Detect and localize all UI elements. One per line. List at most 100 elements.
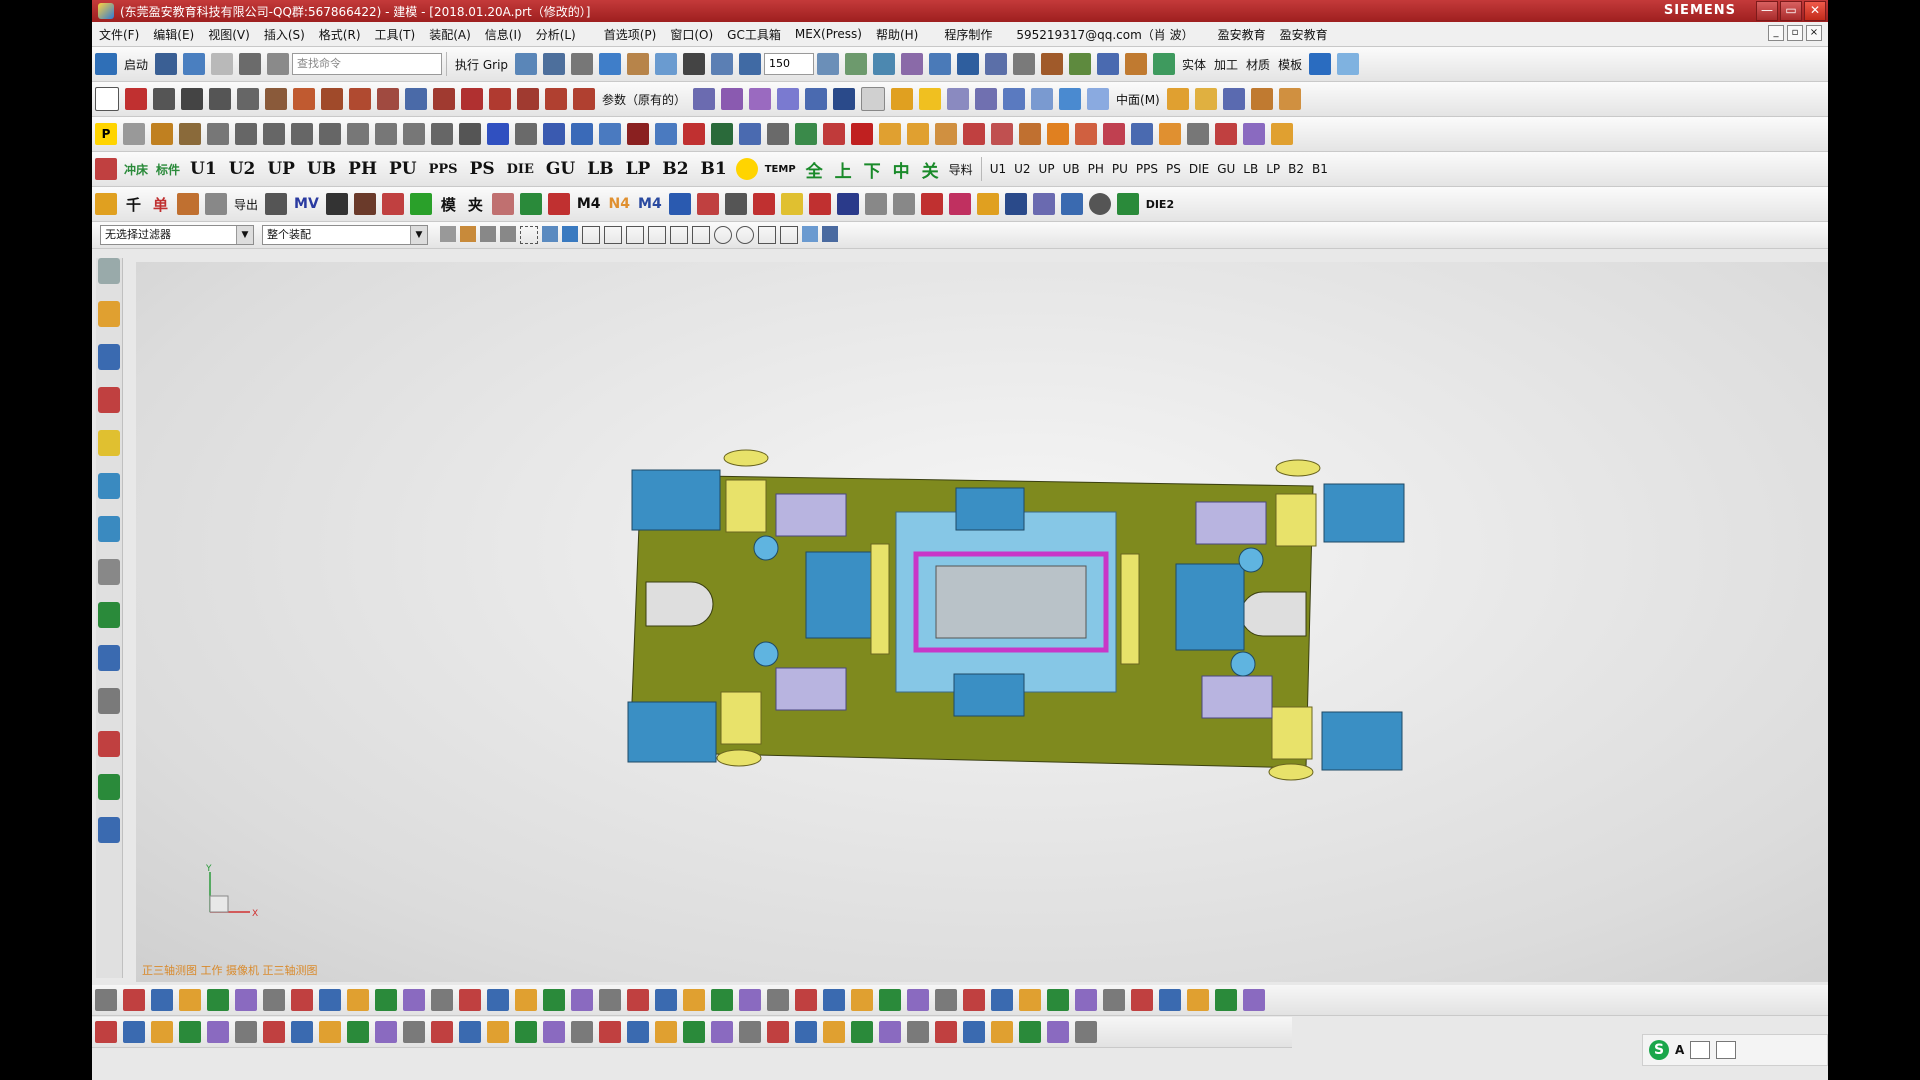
flange-icon[interactable] xyxy=(795,123,817,145)
gray-sphere-icon[interactable] xyxy=(1187,123,1209,145)
sketch-tool-19-icon[interactable] xyxy=(599,1021,621,1043)
curve-tool-38-icon[interactable] xyxy=(1131,989,1153,1011)
folder-icon[interactable] xyxy=(627,53,650,75)
b1-move-button[interactable]: B1 xyxy=(1312,162,1328,176)
up-button[interactable]: UP xyxy=(267,159,295,179)
undo-icon[interactable] xyxy=(183,53,206,75)
doc-restore-icon[interactable]: ▫ xyxy=(1787,25,1803,41)
shell-icon[interactable] xyxy=(947,88,970,110)
curve-tool-3-icon[interactable] xyxy=(151,989,173,1011)
plate4-icon[interactable] xyxy=(1047,123,1069,145)
lp-move-button[interactable]: LP xyxy=(1266,162,1280,176)
rotate-icon[interactable] xyxy=(739,53,762,75)
clock-navigator-icon[interactable] xyxy=(98,559,120,585)
trim-icon[interactable] xyxy=(349,88,371,110)
start-button[interactable]: 启动 xyxy=(124,56,148,73)
b2-button[interactable]: B2 xyxy=(662,159,688,179)
tree-icon[interactable] xyxy=(319,123,341,145)
pen-icon[interactable] xyxy=(836,193,859,215)
u2-move-button[interactable]: U2 xyxy=(1014,162,1030,176)
curve-tool-30-icon[interactable] xyxy=(907,989,929,1011)
solid-label[interactable]: 实体 xyxy=(1182,56,1206,73)
curve-tool-36-icon[interactable] xyxy=(1075,989,1097,1011)
sweep-icon[interactable] xyxy=(321,88,343,110)
curve-tool-13-icon[interactable] xyxy=(431,989,453,1011)
snap-end-icon[interactable] xyxy=(460,226,476,242)
sketch-tool-15-icon[interactable] xyxy=(487,1021,509,1043)
sketch-tool-1-icon[interactable] xyxy=(95,1021,117,1043)
menu-mex-press[interactable]: MEX(Press) xyxy=(788,27,869,41)
curve-tool-21-icon[interactable] xyxy=(655,989,677,1011)
ime-settings-icon[interactable] xyxy=(1716,1041,1737,1059)
mold-base-icon[interactable] xyxy=(95,158,117,180)
lb-button[interactable]: LB xyxy=(587,159,613,179)
doc-icon[interactable] xyxy=(515,123,537,145)
sketch-tool-20-icon[interactable] xyxy=(627,1021,649,1043)
gu-move-button[interactable]: GU xyxy=(1217,162,1235,176)
pu-button[interactable]: PU xyxy=(389,159,417,179)
process-studio-icon[interactable] xyxy=(98,645,120,671)
filter-icon[interactable] xyxy=(291,123,313,145)
curve2-icon[interactable] xyxy=(573,88,595,110)
punch-icon[interactable] xyxy=(571,123,593,145)
curve-tool-4-icon[interactable] xyxy=(179,989,201,1011)
curve-tool-40-icon[interactable] xyxy=(1187,989,1209,1011)
assembly-navigator-icon[interactable] xyxy=(98,301,120,327)
doc-close-icon[interactable]: × xyxy=(1806,25,1822,41)
sketch-tool-17-icon[interactable] xyxy=(543,1021,565,1043)
menu-program[interactable]: 程序制作 xyxy=(937,26,999,43)
snap-circle-icon[interactable] xyxy=(714,226,732,244)
person-icon[interactable] xyxy=(325,193,348,215)
plate-icon[interactable] xyxy=(963,123,985,145)
globe-icon[interactable] xyxy=(1309,53,1332,75)
gear-icon[interactable] xyxy=(543,123,565,145)
cross-icon[interactable] xyxy=(205,193,228,215)
curve-tool-7-icon[interactable] xyxy=(263,989,285,1011)
start-icon[interactable] xyxy=(95,53,117,75)
plate8-icon[interactable] xyxy=(1159,123,1181,145)
motion-icon[interactable] xyxy=(957,53,980,75)
curve-tool-14-icon[interactable] xyxy=(459,989,481,1011)
ub-move-button[interactable]: UB xyxy=(1063,162,1080,176)
guide-icon[interactable] xyxy=(711,123,733,145)
menu-info[interactable]: 信息(I) xyxy=(478,26,529,43)
zoom-select[interactable]: 150 xyxy=(764,53,815,75)
plate10-icon[interactable] xyxy=(1243,123,1265,145)
die-assembly-model[interactable] xyxy=(136,262,1828,982)
gear2-icon[interactable] xyxy=(864,193,887,215)
snap-icon[interactable] xyxy=(873,53,896,75)
menu-yingan-1[interactable]: 盈安教育 xyxy=(1211,26,1273,43)
sheet-icon[interactable] xyxy=(767,123,789,145)
gu-button[interactable]: GU xyxy=(546,159,575,179)
all-button[interactable]: 全 xyxy=(806,157,823,182)
red-tool2-icon[interactable] xyxy=(808,193,831,215)
curve-tool-27-icon[interactable] xyxy=(823,989,845,1011)
menu-view[interactable]: 视图(V) xyxy=(201,26,257,43)
die2-button[interactable]: DIE2 xyxy=(1146,198,1174,211)
plate3-icon[interactable] xyxy=(1019,123,1041,145)
restore-button[interactable]: ▭ xyxy=(1780,1,1802,21)
up-move-button[interactable]: UP xyxy=(1039,162,1055,176)
datum-icon[interactable] xyxy=(125,88,147,110)
yellow-tool-icon[interactable] xyxy=(780,193,803,215)
mv-button[interactable]: MV xyxy=(294,196,319,212)
curve-tool-22-icon[interactable] xyxy=(683,989,705,1011)
curve-tool-42-icon[interactable] xyxy=(1243,989,1265,1011)
constraint-navigator-icon[interactable] xyxy=(98,344,120,370)
manufacturing-wizard-icon[interactable] xyxy=(98,688,120,714)
ps-button[interactable]: PS xyxy=(470,159,495,179)
gas-spring-icon[interactable] xyxy=(1116,193,1139,215)
plate6-icon[interactable] xyxy=(1103,123,1125,145)
b1-button[interactable]: B1 xyxy=(701,159,727,179)
die-move-button[interactable]: DIE xyxy=(1189,162,1209,176)
close-button[interactable]: ✕ xyxy=(1804,1,1826,21)
curve-tool-20-icon[interactable] xyxy=(627,989,649,1011)
search-input[interactable]: 查找命令 xyxy=(292,53,443,75)
menu-file[interactable]: 文件(F) xyxy=(92,26,146,43)
chamfer-icon[interactable] xyxy=(517,88,539,110)
table-icon[interactable] xyxy=(543,53,566,75)
stripper-bolt-block-top-right[interactable] xyxy=(1195,501,1267,545)
m4b-button[interactable]: M4 xyxy=(638,196,662,212)
stripper-bolt-block-top-left[interactable] xyxy=(775,493,847,537)
part-navigator-icon[interactable] xyxy=(98,387,120,413)
